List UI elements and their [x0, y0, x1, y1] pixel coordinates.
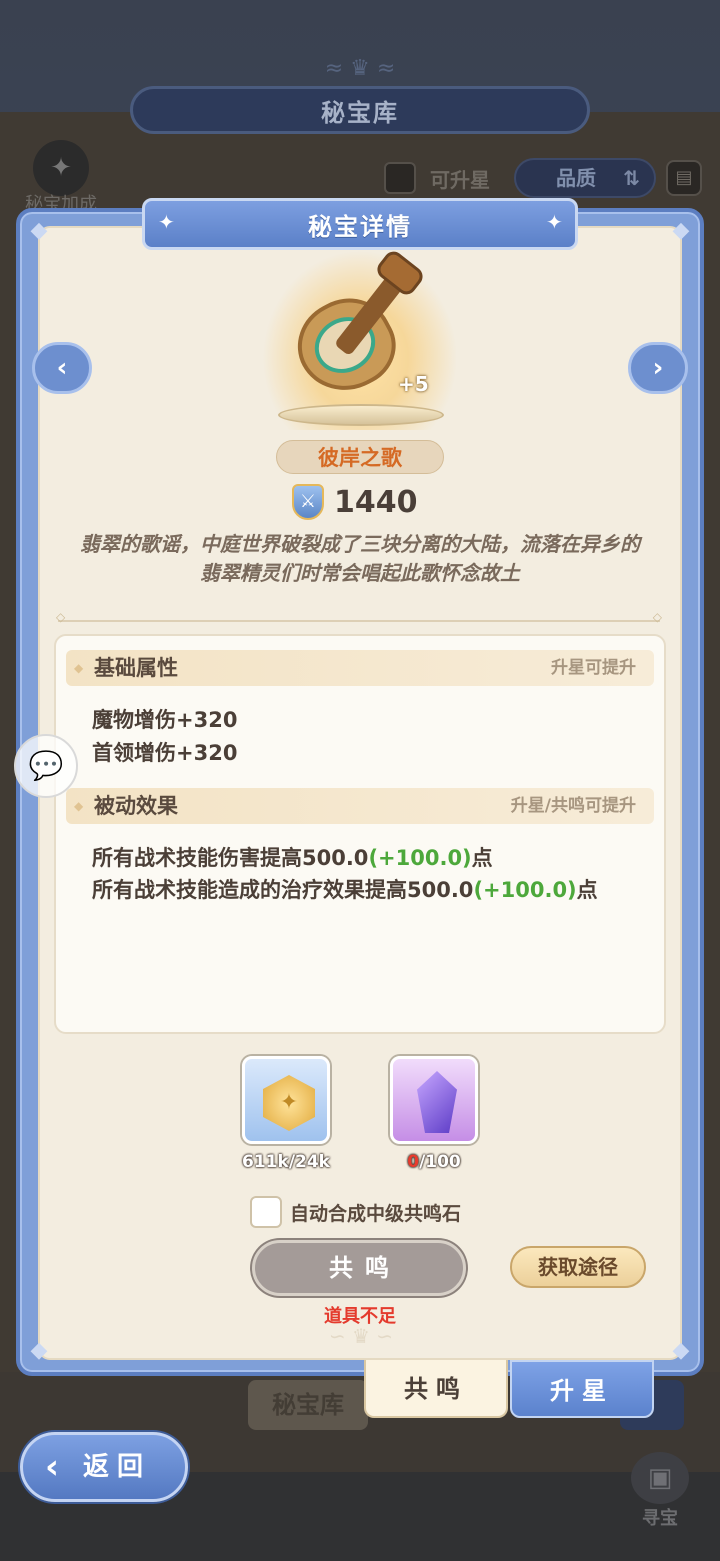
book-icon[interactable]: ▤ — [666, 160, 702, 196]
sort-button[interactable]: 品质 ⇅ — [514, 158, 656, 198]
vault-title: 秘宝库 — [321, 98, 399, 127]
back-label: 返回 — [83, 1452, 152, 1482]
upgradable-checkbox[interactable] — [384, 162, 416, 194]
sword-shield-icon: ⚔ — [292, 484, 324, 520]
passive-effects-hint: 升星/共鸣可提升 — [510, 796, 636, 816]
resonance-stone-icon — [417, 1071, 457, 1133]
divider — [56, 610, 662, 624]
get-source-button[interactable]: 获取途径 — [510, 1246, 646, 1288]
item-level: +5 — [398, 372, 429, 396]
star-icon: ✦ — [546, 210, 563, 234]
base-attributes-header: 基础属性 升星可提升 — [66, 650, 654, 686]
item-description: 翡翠的歌谣，中庭世界破裂成了三块分离的大陆，流落在异乡的翡翠精灵们时常会唱起此歌… — [80, 532, 640, 585]
sort-label: 品质 — [556, 166, 596, 190]
treasure-hunt-button[interactable]: ▣ 寻宝 — [626, 1452, 694, 1530]
chevron-left-icon: ‹ — [56, 353, 68, 383]
bonus-button[interactable]: ✦ 秘宝加成 — [16, 140, 106, 215]
dialog-title: 秘宝详情 — [308, 212, 412, 241]
back-button[interactable]: ‹ 返回 — [20, 1432, 188, 1502]
ornament-icon: ∽ ♛ ∽ — [328, 1324, 394, 1348]
passive-effect-line: 所有战术技能造成的治疗效果提高500.0(+100.0)点 — [92, 874, 598, 904]
ornament-icon: ≈ ♛ ≈ — [324, 56, 396, 81]
passive-effect-text: 所有战术技能造成的治疗效果提高500.0 — [92, 878, 474, 902]
tab-star-up[interactable]: 升星 — [510, 1360, 654, 1418]
resonance-stone-need: /100 — [419, 1152, 461, 1172]
passive-effect-bonus: (+100.0) — [473, 878, 577, 902]
corner-ornament-icon: ◆ — [672, 218, 690, 243]
passive-effects-header: 被动效果 升星/共鸣可提升 — [66, 788, 654, 824]
chat-icon[interactable]: 💬 — [14, 734, 78, 798]
base-attributes-hint: 升星可提升 — [551, 658, 636, 678]
passive-effect-bonus: (+100.0) — [368, 846, 472, 870]
gold-coin-slot[interactable]: ✦ — [242, 1056, 330, 1144]
gold-coin-count: 611k/24k — [226, 1152, 346, 1172]
corner-ornament-icon: ◆ — [672, 1338, 690, 1363]
gold-coin-need: /24k — [288, 1152, 330, 1172]
passive-effect-unit: 点 — [471, 846, 493, 870]
prev-item-button[interactable]: ‹ — [32, 342, 92, 394]
chevron-right-icon: › — [652, 353, 664, 383]
base-attribute-line: 首领增伤+320 — [92, 741, 238, 765]
passive-effect-unit: 点 — [576, 878, 598, 902]
auto-synth-label: 自动合成中级共鸣石 — [290, 1203, 462, 1225]
tab-resonate[interactable]: 共鸣 — [364, 1360, 508, 1418]
corner-ornament-icon: ◆ — [30, 1338, 48, 1363]
next-item-button[interactable]: › — [628, 342, 688, 394]
tab-vault[interactable]: 秘宝库 — [248, 1380, 368, 1430]
vault-header: 秘宝库 — [130, 86, 590, 134]
sort-icon: ⇅ — [623, 166, 640, 190]
resonance-stone-slot[interactable] — [390, 1056, 478, 1144]
base-attributes-title: 基础属性 — [74, 650, 178, 686]
star-icon: ✦ — [158, 210, 175, 234]
treasure-hunt-label: 寻宝 — [642, 1508, 678, 1529]
power-rating: ⚔ 1440 — [292, 482, 418, 522]
gold-coin-have: 611k — [242, 1152, 289, 1172]
power-value: 1440 — [334, 484, 418, 520]
auto-synth-checkbox[interactable] — [250, 1196, 282, 1228]
item-name: 彼岸之歌 — [276, 440, 444, 474]
passive-effect-text: 所有战术技能伤害提高500.0 — [92, 846, 369, 870]
passive-effects-title: 被动效果 — [74, 788, 178, 824]
passive-effect-line: 所有战术技能伤害提高500.0(+100.0)点 — [92, 842, 493, 872]
base-attribute-line: 魔物增伤+320 — [92, 708, 238, 732]
upgradable-label: 可升星 — [430, 168, 490, 192]
dialog-title-banner: 秘宝详情 — [142, 198, 578, 250]
treasure-chest-icon: ▣ — [631, 1452, 689, 1504]
resonance-stone-count: 0/100 — [374, 1152, 494, 1172]
stats-panel — [54, 634, 666, 1034]
back-arrow-icon: ‹ — [45, 1447, 60, 1487]
item-pedestal — [278, 404, 444, 426]
bonus-icon: ✦ — [33, 140, 89, 196]
resonance-stone-have: 0 — [407, 1152, 420, 1172]
corner-ornament-icon: ◆ — [30, 218, 48, 243]
gold-coin-icon: ✦ — [263, 1075, 315, 1131]
resonate-button[interactable]: 共鸣 — [252, 1240, 466, 1296]
